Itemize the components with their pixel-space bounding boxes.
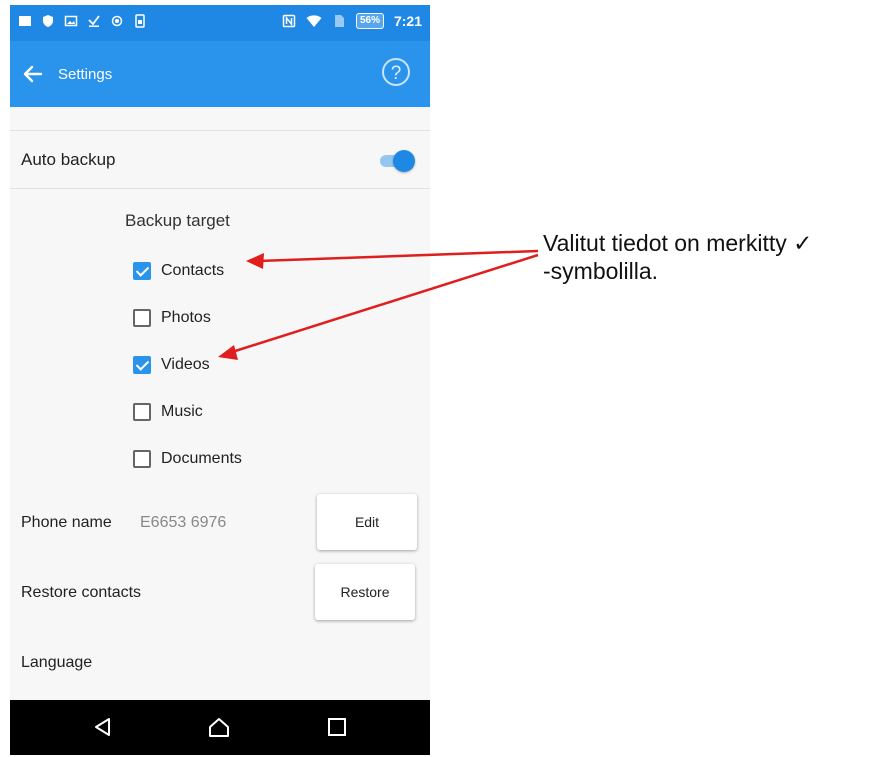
annotation-line-1: Valitut tiedot on merkitty ✓ [543,230,813,256]
annotation-arrows [218,249,539,360]
arrow-to-contacts [257,249,539,263]
arrow-to-videos [231,253,539,354]
annotation-text: Valitut tiedot on merkitty ✓ -symbolilla… [543,229,812,285]
arrow-to-videos-head [218,345,238,360]
annotation-line-2: -symbolilla. [543,258,659,284]
arrow-to-contacts-head [246,253,264,269]
